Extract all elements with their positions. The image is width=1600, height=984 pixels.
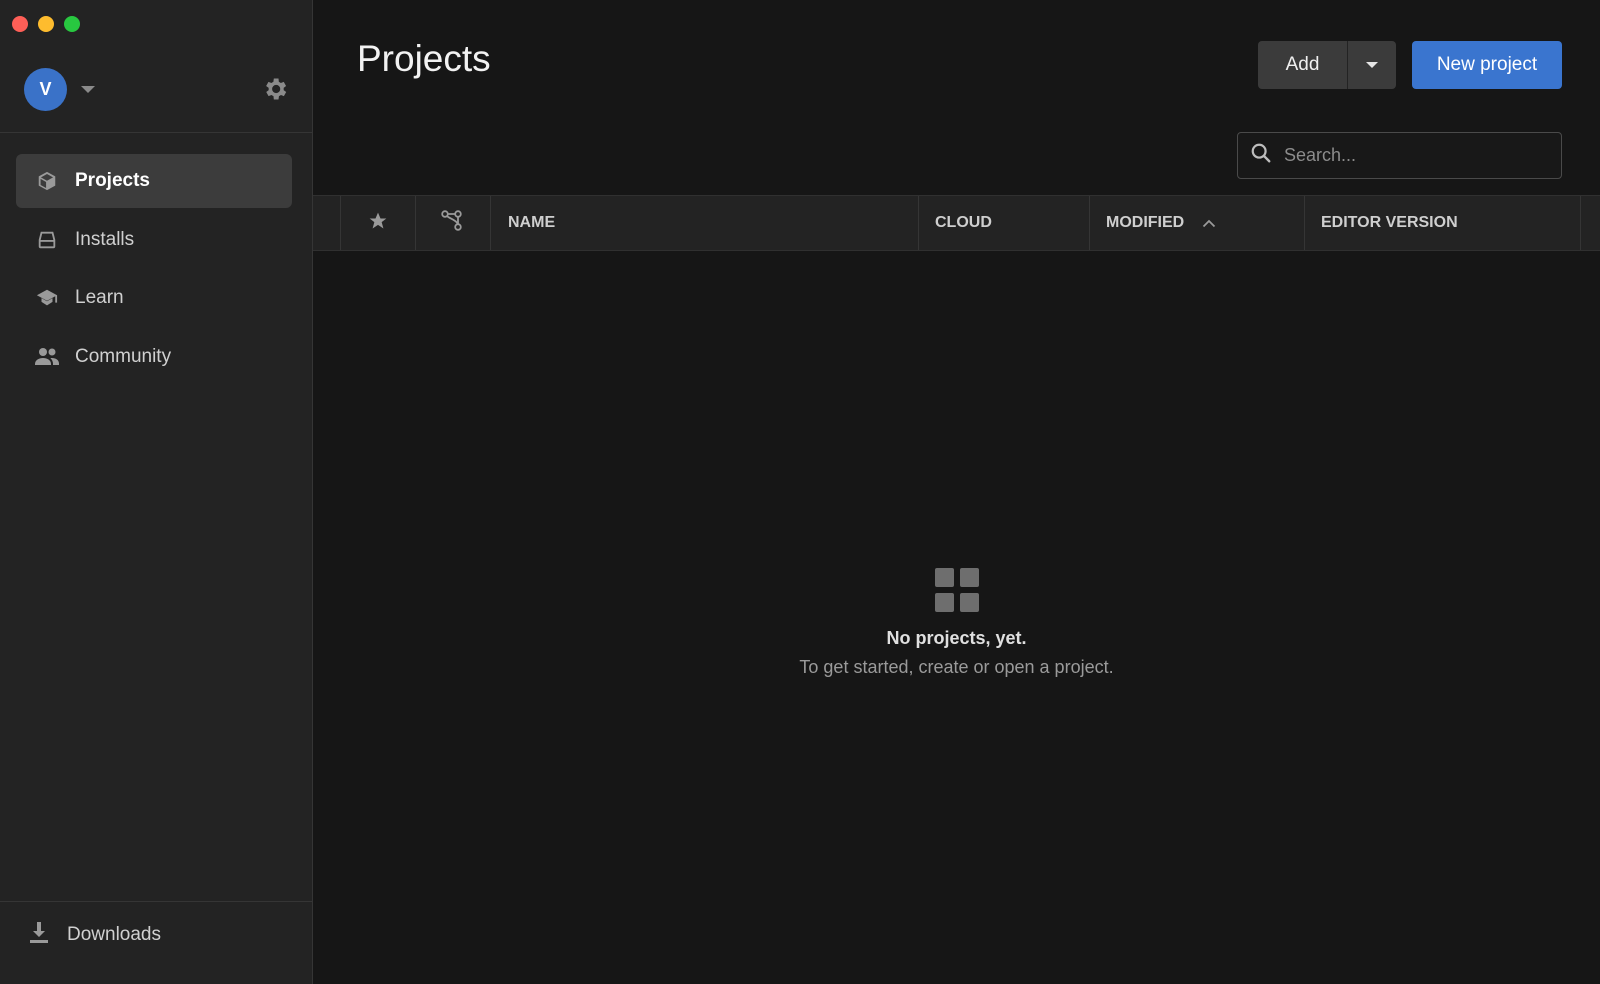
star-icon (368, 211, 388, 236)
people-icon (34, 344, 60, 370)
drive-icon (34, 227, 60, 253)
main-content: Projects Add New project NAME CLOUD MODI… (313, 0, 1600, 984)
window-controls (12, 16, 80, 32)
version-control-column-header[interactable] (416, 196, 491, 250)
download-icon (28, 920, 50, 950)
table-header-spacer (1581, 196, 1600, 250)
sidebar-item-label: Community (75, 345, 172, 367)
grid-icon (934, 568, 979, 612)
maximize-window-button[interactable] (64, 16, 80, 32)
modified-column-header[interactable]: MODIFIED (1090, 196, 1305, 250)
empty-state: No projects, yet. To get started, create… (313, 568, 1600, 678)
search-box[interactable] (1237, 132, 1562, 179)
downloads-button[interactable]: Downloads (28, 920, 161, 950)
new-project-button[interactable]: New project (1412, 41, 1562, 89)
sort-ascending-icon (1202, 218, 1216, 228)
avatar[interactable]: V (24, 68, 67, 111)
search-input[interactable] (1284, 145, 1544, 166)
empty-state-subtitle: To get started, create or open a project… (799, 657, 1114, 677)
sidebar: V Projects Installs Learn Community Down… (0, 0, 313, 984)
modified-column-label: MODIFIED (1106, 214, 1185, 231)
favorite-column-header[interactable] (341, 196, 416, 250)
cloud-column-header[interactable]: CLOUD (919, 196, 1090, 250)
sidebar-item-label: Projects (75, 170, 150, 191)
add-button[interactable]: Add (1258, 41, 1348, 89)
empty-state-title: No projects, yet. (886, 628, 1027, 648)
sidebar-item-projects[interactable]: Projects (16, 154, 292, 208)
add-button-group: Add (1258, 41, 1396, 89)
sidebar-divider (0, 901, 313, 902)
close-window-button[interactable] (12, 16, 28, 32)
graduation-cap-icon (34, 285, 60, 311)
add-dropdown-button[interactable] (1348, 41, 1396, 89)
page-title: Projects (357, 38, 491, 79)
cube-icon (34, 168, 60, 194)
sidebar-item-label: Learn (75, 287, 124, 308)
table-header: NAME CLOUD MODIFIED EDITOR VERSION (313, 195, 1600, 251)
sidebar-item-label: Installs (75, 228, 135, 250)
minimize-window-button[interactable] (38, 16, 54, 32)
chevron-down-icon (1366, 62, 1378, 68)
chevron-down-icon[interactable] (81, 86, 95, 93)
downloads-label: Downloads (67, 924, 161, 945)
gear-icon[interactable] (261, 75, 289, 103)
sidebar-item-community[interactable]: Community (16, 330, 292, 384)
sidebar-item-installs[interactable]: Installs (16, 213, 292, 267)
table-header-spacer (313, 196, 341, 250)
sidebar-nav: Projects Installs Learn Community (16, 154, 292, 388)
sidebar-divider (0, 132, 313, 133)
search-icon (1250, 142, 1272, 169)
sidebar-item-learn[interactable]: Learn (16, 271, 292, 325)
account-menu[interactable]: V (24, 68, 95, 111)
name-column-header[interactable]: NAME (491, 196, 919, 250)
editor-version-column-header[interactable]: EDITOR VERSION (1305, 196, 1581, 250)
branch-icon (441, 209, 465, 237)
